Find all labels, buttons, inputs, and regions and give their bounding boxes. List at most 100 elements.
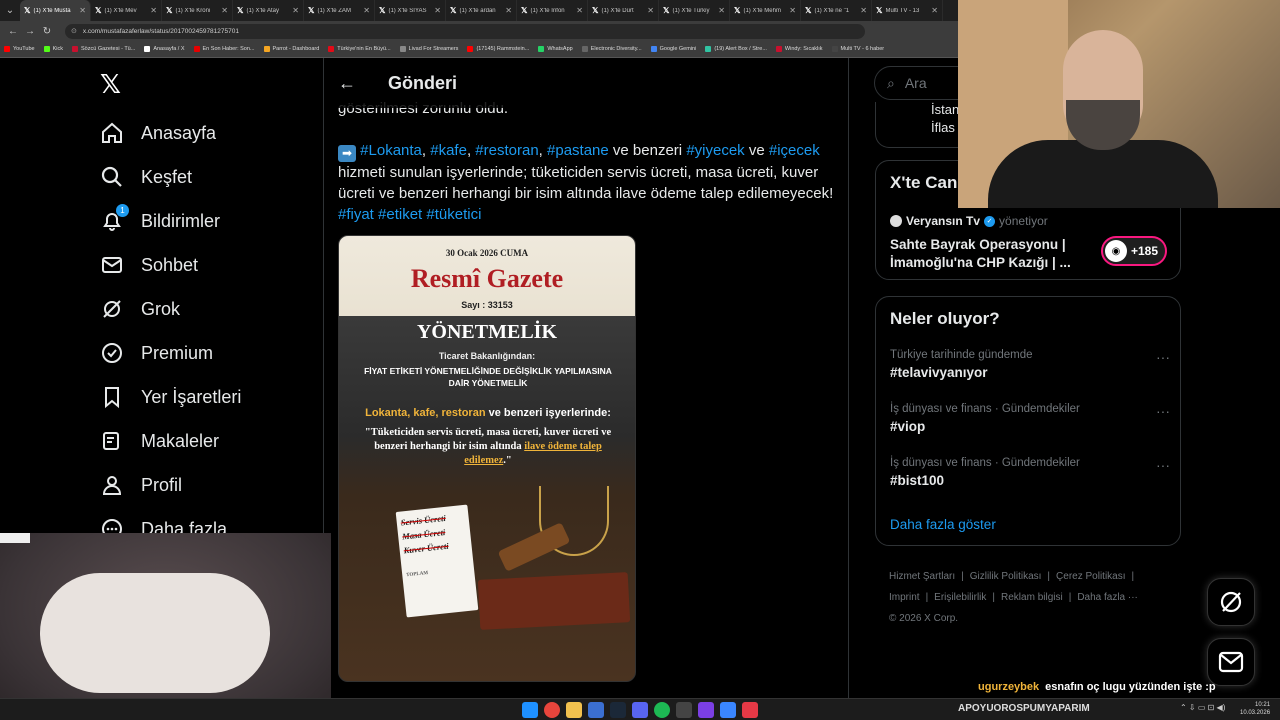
bookmark-item[interactable]: (19) Alert Box / Stre... [705,46,767,52]
start-icon[interactable] [522,702,538,718]
trend-item[interactable]: Türkiye tarihinde gündemde #telavivyanıy… [890,349,1170,380]
system-tray[interactable]: ⌃ ⇩ ▭ ⊡ ◀) [1180,703,1225,712]
footer-link[interactable]: Çerez Politikası [1056,571,1125,582]
hashtag-link[interactable]: #içecek [769,142,820,159]
trend-item[interactable]: İş dünyası ve finans · Gündemdekiler #bi… [890,457,1170,488]
grok-fab-button[interactable] [1207,578,1255,626]
footer-link[interactable]: Hizmet Şartları [889,571,955,582]
nav-item-bookmark[interactable]: Yer İşaretleri [100,381,241,413]
tab-search-icon[interactable]: ⌄ [0,0,20,21]
post-image[interactable]: 30 Ocak 2026 CUMA Resmî Gazete Sayı : 33… [338,235,636,682]
chrome-icon[interactable] [544,702,560,718]
browser-tab[interactable]: 𝕏 (1) X'te ardan ✕ [446,0,517,21]
nav-item-grok[interactable]: Grok [100,293,180,325]
app-icon[interactable] [676,702,692,718]
bookmark-item[interactable]: Sözcü Gazetesi - Tü... [72,46,135,52]
bookmark-item[interactable]: Multi TV - 6 haber [831,46,884,52]
browser-tab[interactable]: 𝕏 (1) X'te ne "1 ✕ [801,0,872,21]
browser-tab[interactable]: 𝕏 (1) X'te Türkiy ✕ [659,0,730,21]
steam-icon[interactable] [610,702,626,718]
show-more-link[interactable]: Daha fazla göster [890,517,996,532]
bookmark-item[interactable]: Electronic Diversity... [581,46,642,52]
nav-item-bell[interactable]: 1 Bildirimler [100,204,220,237]
bookmark-item[interactable]: YouTube [4,46,35,52]
footer-link[interactable]: Imprint [889,592,920,603]
browser-tab[interactable]: 𝕏 (1) X'te Dürt ✕ [588,0,659,21]
app-icon[interactable] [698,702,714,718]
bookmark-item[interactable]: Türkiye'nin En Büyü... [328,46,391,52]
close-tab-icon[interactable]: ✕ [718,6,725,15]
close-tab-icon[interactable]: ✕ [860,6,867,15]
bookmark-item[interactable]: Anasayfa / X [144,46,185,52]
more-options-icon[interactable]: ··· [1156,403,1170,419]
hashtag-link[interactable]: #etiket [378,206,422,223]
bookmark-item[interactable]: Windy: Sıcaklık [775,46,823,52]
browser-tab[interactable]: 𝕏 (1) X'te Musta ✕ [20,0,91,21]
footer-link[interactable]: Reklam bilgisi [1001,592,1063,603]
bookmark-item[interactable]: Google Gemini [650,46,696,52]
browser-tab[interactable]: 𝕏 Multi TV - 13 ✕ [872,0,943,21]
more-options-icon[interactable]: ··· [1156,349,1170,365]
browser-tab[interactable]: 𝕏 (1) X'te Infon ✕ [517,0,588,21]
hashtag-link[interactable]: #pastane [547,142,609,159]
hashtag-link[interactable]: #yiyecek [686,142,744,159]
trend-item[interactable]: İş dünyası ve finans · Gündemdekiler #vi… [890,403,1170,434]
hashtag-link[interactable]: #restoran [475,142,538,159]
browser-tab[interactable]: 𝕏 (1) X'te Mev ✕ [91,0,162,21]
more-options-icon[interactable]: ··· [1156,457,1170,473]
hashtag-link[interactable]: #fiyat [338,206,374,223]
discord-icon[interactable] [632,702,648,718]
live-host[interactable]: Veryansın Tv ✓ yönetiyor [890,214,1048,228]
close-tab-icon[interactable]: ✕ [434,6,441,15]
app-icon[interactable] [742,702,758,718]
live-title[interactable]: Sahte Bayrak Operasyonu | İmamoğlu'na CH… [890,236,1090,272]
site-info-icon[interactable]: ⊙ [71,27,77,35]
back-nav-icon[interactable]: ← [6,26,20,37]
close-tab-icon[interactable]: ✕ [789,6,796,15]
reload-icon[interactable]: ↻ [40,26,54,37]
forward-nav-icon[interactable]: → [23,26,37,37]
close-tab-icon[interactable]: ✕ [150,6,157,15]
browser-tab[interactable]: 𝕏 (1) X'te Atay ✕ [233,0,304,21]
nav-item-search[interactable]: Keşfet [100,161,192,193]
bookmark-item[interactable]: (17145) Rammstein... [467,46,529,52]
close-tab-icon[interactable]: ✕ [79,6,86,15]
messages-fab-button[interactable] [1207,638,1255,686]
nav-item-home[interactable]: Anasayfa [100,117,216,149]
browser-tab[interactable]: 𝕏 (1) X'te Mehm ✕ [730,0,801,21]
back-arrow-icon[interactable]: ← [338,73,358,94]
hashtag-link[interactable]: #Lokanta [360,142,422,159]
address-bar[interactable]: ⊙ x.com/mustafazaferlaw/status/201700245… [65,23,865,39]
bookmark-item[interactable]: En Son Haber: Son... [193,46,255,52]
footer-link[interactable]: Erişilebilirlik [934,592,986,603]
listeners-button[interactable]: ◉ +185 [1101,236,1167,266]
bookmark-item[interactable]: Livad For Streamers [399,46,458,52]
spotify-icon[interactable] [654,702,670,718]
browser-tab[interactable]: 𝕏 (1) X'te ZAM ✕ [304,0,375,21]
close-tab-icon[interactable]: ✕ [221,6,228,15]
close-tab-icon[interactable]: ✕ [576,6,583,15]
close-tab-icon[interactable]: ✕ [505,6,512,15]
hashtag-link[interactable]: #tüketici [426,206,481,223]
bookmark-item[interactable]: Kick [43,46,63,52]
close-tab-icon[interactable]: ✕ [931,6,938,15]
nav-item-premium[interactable]: Premium [100,337,213,369]
close-tab-icon[interactable]: ✕ [647,6,654,15]
footer-link[interactable]: Daha fazla ··· [1077,592,1138,603]
footer-link[interactable]: Gizlilik Politikası [970,571,1042,582]
close-tab-icon[interactable]: ✕ [292,6,299,15]
nav-item-mail[interactable]: Sohbet [100,249,198,281]
bookmark-item[interactable]: Parrot - Dashboard [263,46,319,52]
browser-tab[interactable]: 𝕏 (1) X'te SİYAS ✕ [375,0,446,21]
hashtag-link[interactable]: #kafe [430,142,467,159]
bookmark-item[interactable]: WhatsApp [538,46,573,52]
nav-item-article[interactable]: Makaleler [100,425,219,457]
close-tab-icon[interactable]: ✕ [363,6,370,15]
footer-link[interactable]: © 2026 X Corp. [889,613,958,624]
x-logo-icon[interactable]: 𝕏 [100,70,126,100]
app-icon[interactable] [588,702,604,718]
browser-tab[interactable]: 𝕏 (1) X'te Kroni ✕ [162,0,233,21]
app-icon[interactable] [720,702,736,718]
clock[interactable]: 10:21 10.03.2026 [1240,701,1270,717]
nav-item-profile[interactable]: Profil [100,469,182,501]
